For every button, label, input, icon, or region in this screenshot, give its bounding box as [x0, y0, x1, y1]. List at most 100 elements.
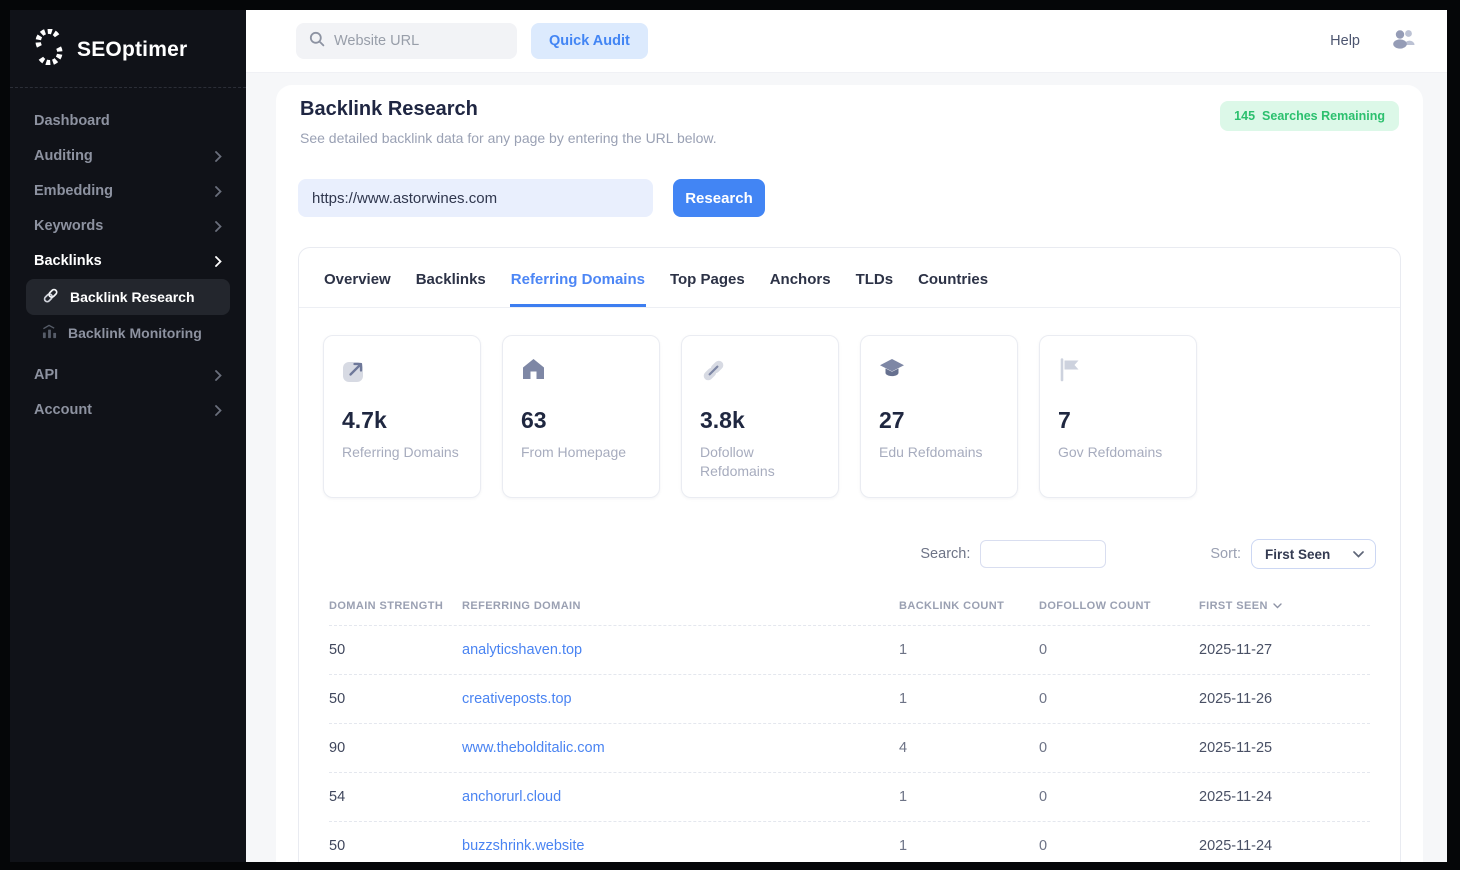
website-url-input[interactable] [334, 33, 504, 49]
sidebar: SEOptimer Dashboard Auditing Embedding K… [10, 10, 246, 862]
sort-dropdown[interactable]: First Seen [1251, 539, 1376, 569]
user-avatar-icon[interactable] [1390, 28, 1417, 54]
table-search-label: Search: [920, 546, 970, 562]
tab-overview[interactable]: Overview [323, 248, 392, 307]
stat-label: From Homepage [521, 443, 641, 462]
sidebar-nav: Dashboard Auditing Embedding Keywords Ba… [10, 88, 246, 444]
referring-domains-table: DOMAIN STRENGTH REFERRING DOMAIN BACKLIN… [323, 590, 1376, 862]
table-row: 50 buzzshrink.website 1 0 2025-11-24 [329, 821, 1370, 862]
sidebar-item-auditing[interactable]: Auditing [24, 139, 232, 173]
sidebar-item-backlink-research[interactable]: Backlink Research [26, 279, 230, 315]
stat-value: 27 [879, 407, 999, 434]
tab-referring-domains[interactable]: Referring Domains [510, 248, 646, 307]
backlink-count-cell: 1 [899, 838, 1039, 854]
stat-value: 3.8k [700, 407, 820, 434]
topbar: Quick Audit Help [246, 10, 1447, 73]
backlink-url-input[interactable] [298, 179, 653, 217]
sidebar-item-api[interactable]: API [24, 358, 232, 392]
table-row: 54 anchorurl.cloud 1 0 2025-11-24 [329, 772, 1370, 821]
page-card: Backlink Research See detailed backlink … [276, 85, 1423, 862]
table-controls: Search: Sort: First Seen [323, 539, 1376, 569]
first-seen-cell: 2025-11-27 [1199, 642, 1370, 658]
sort-label: Sort: [1210, 546, 1241, 562]
quick-audit-button[interactable]: Quick Audit [531, 23, 648, 59]
stats-row: 4.7k Referring Domains 63 From Homepage [323, 335, 1376, 498]
table-header-row: DOMAIN STRENGTH REFERRING DOMAIN BACKLIN… [329, 590, 1370, 625]
home-icon [521, 357, 641, 385]
first-seen-cell: 2025-11-24 [1199, 838, 1370, 854]
external-link-icon [342, 357, 462, 385]
tab-tlds[interactable]: TLDs [855, 248, 895, 307]
results-card: Overview Backlinks Referring Domains Top… [298, 247, 1401, 862]
domain-strength-cell: 54 [329, 789, 462, 805]
page-subtitle: See detailed backlink data for any page … [300, 130, 717, 146]
page-title: Backlink Research [300, 98, 717, 121]
chevron-down-icon [1353, 545, 1364, 563]
dofollow-count-cell: 0 [1039, 642, 1199, 658]
stat-value: 7 [1058, 407, 1178, 434]
first-seen-cell: 2025-11-26 [1199, 691, 1370, 707]
referring-domain-link[interactable]: anchorurl.cloud [462, 789, 899, 805]
dofollow-count-cell: 0 [1039, 789, 1199, 805]
tab-bar: Overview Backlinks Referring Domains Top… [299, 248, 1400, 308]
dofollow-count-cell: 0 [1039, 740, 1199, 756]
sidebar-item-backlinks[interactable]: Backlinks [24, 244, 232, 278]
domain-strength-cell: 50 [329, 838, 462, 854]
col-dofollow-count: DOFOLLOW COUNT [1039, 600, 1199, 612]
chevron-right-icon [215, 151, 222, 162]
domain-strength-cell: 50 [329, 642, 462, 658]
table-row: 90 www.thebolditalic.com 4 0 2025-11-25 [329, 723, 1370, 772]
referring-domain-link[interactable]: buzzshrink.website [462, 838, 899, 854]
domain-strength-cell: 90 [329, 740, 462, 756]
referring-domain-link[interactable]: analyticshaven.top [462, 642, 899, 658]
stat-card-gov-refdomains: 7 Gov Refdomains [1039, 335, 1197, 498]
chevron-right-icon [215, 221, 222, 232]
col-referring-domain: REFERRING DOMAIN [462, 600, 899, 612]
sidebar-item-backlink-monitoring[interactable]: Backlink Monitoring [26, 316, 230, 350]
backlink-count-cell: 4 [899, 740, 1039, 756]
logo[interactable]: SEOptimer [10, 10, 246, 88]
first-seen-cell: 2025-11-25 [1199, 740, 1370, 756]
tab-top-pages[interactable]: Top Pages [669, 248, 746, 307]
backlink-count-cell: 1 [899, 691, 1039, 707]
search-icon [309, 31, 325, 52]
bar-chart-icon [42, 324, 57, 342]
tab-backlinks[interactable]: Backlinks [415, 248, 487, 307]
col-domain-strength: DOMAIN STRENGTH [329, 600, 462, 612]
url-research-row: Research [298, 179, 1401, 217]
logo-text: SEOptimer [77, 38, 187, 62]
page-header: Backlink Research See detailed backlink … [298, 98, 1401, 146]
chevron-right-icon [215, 256, 222, 267]
stat-label: Edu Refdomains [879, 443, 999, 462]
stat-value: 4.7k [342, 407, 462, 434]
sidebar-item-account[interactable]: Account [24, 393, 232, 427]
research-button[interactable]: Research [673, 179, 765, 217]
stat-card-referring-domains: 4.7k Referring Domains [323, 335, 481, 498]
col-first-seen[interactable]: FIRST SEEN [1199, 600, 1370, 612]
chevron-right-icon [215, 370, 222, 381]
stat-label: Referring Domains [342, 443, 462, 462]
sort-chevron-down-icon [1273, 600, 1282, 612]
graduation-cap-icon [879, 357, 999, 385]
sort-selected-value: First Seen [1265, 547, 1330, 562]
table-body: 50 analyticshaven.top 1 0 2025-11-27 50 … [329, 625, 1370, 862]
referring-domain-link[interactable]: www.thebolditalic.com [462, 740, 899, 756]
help-link[interactable]: Help [1330, 33, 1360, 49]
sidebar-item-keywords[interactable]: Keywords [24, 209, 232, 243]
sidebar-item-dashboard[interactable]: Dashboard [24, 104, 232, 138]
searches-remaining-badge: 145 Searches Remaining [1220, 101, 1399, 131]
dofollow-count-cell: 0 [1039, 838, 1199, 854]
tab-countries[interactable]: Countries [917, 248, 989, 307]
link-icon [700, 357, 820, 385]
tab-anchors[interactable]: Anchors [769, 248, 832, 307]
sidebar-item-embedding[interactable]: Embedding [24, 174, 232, 208]
content-area: Backlink Research See detailed backlink … [246, 73, 1447, 862]
link-icon [42, 287, 59, 307]
stat-card-from-homepage: 63 From Homepage [502, 335, 660, 498]
table-row: 50 analyticshaven.top 1 0 2025-11-27 [329, 625, 1370, 674]
first-seen-cell: 2025-11-24 [1199, 789, 1370, 805]
website-url-search[interactable] [296, 23, 517, 59]
table-search-input[interactable] [980, 540, 1106, 568]
referring-domain-link[interactable]: creativeposts.top [462, 691, 899, 707]
backlink-count-cell: 1 [899, 642, 1039, 658]
